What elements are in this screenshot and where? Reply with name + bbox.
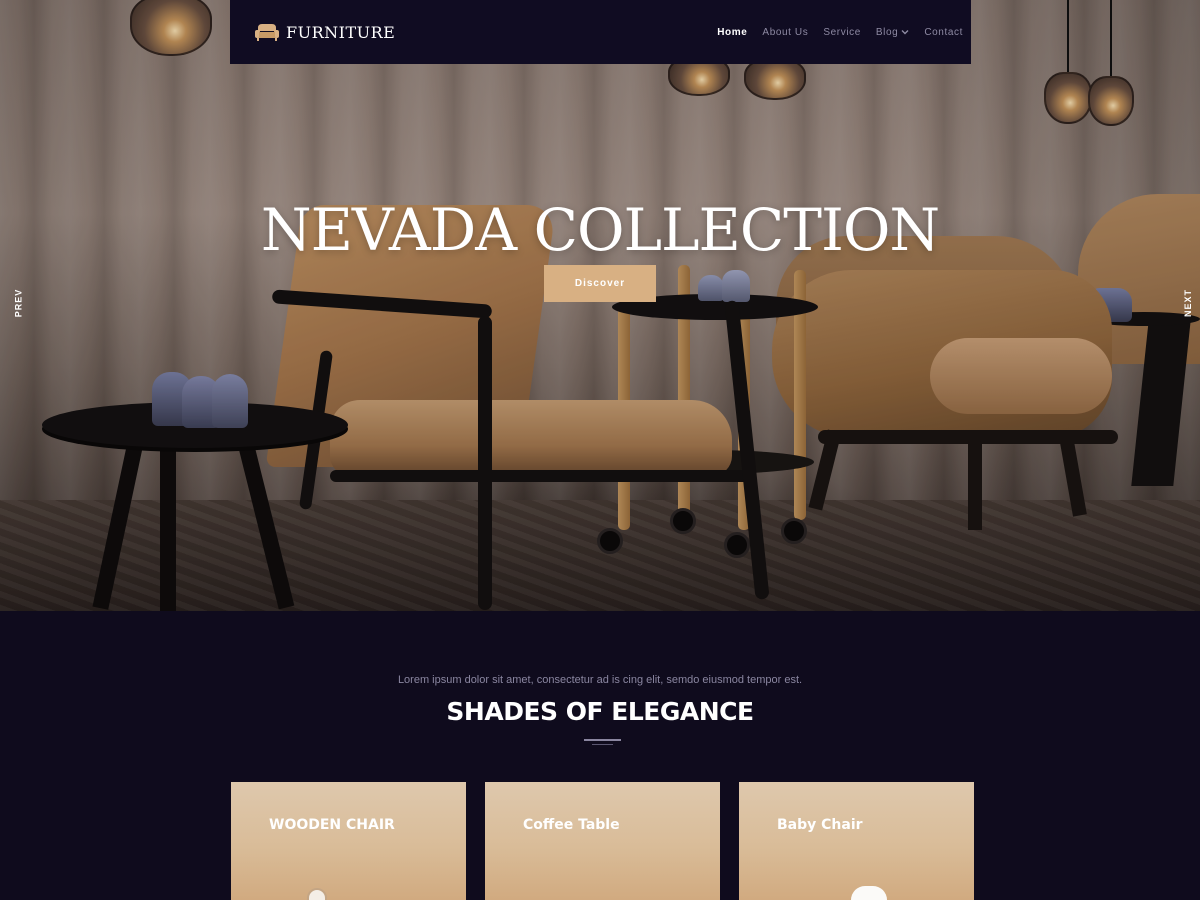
chevron-down-icon [901,30,909,35]
card-title: Baby Chair [777,817,863,833]
card-title: Coffee Table [523,817,620,833]
section-title: SHADES OF ELEGANCE [446,697,754,726]
nav-blog-label: Blog [875,26,899,38]
card-baby-chair[interactable]: Baby Chair [739,782,974,900]
nav-service[interactable]: Service [823,27,861,38]
section-subtitle: Lorem ipsum dolor sit amet, consectetur … [397,674,803,686]
nav-blog[interactable]: Blog [876,27,909,38]
title-divider [584,739,621,741]
prev-slide-button[interactable]: PREV [13,289,23,318]
discover-button[interactable]: Discover [544,265,656,302]
card-wooden-chair[interactable]: WOODEN CHAIR [231,782,466,900]
card-coffee-table[interactable]: Coffee Table [485,782,720,900]
main-menu: Home About Us Service Blog Contact [717,27,963,38]
top-navbar: FURNITURE Home About Us Service Blog Con… [230,0,971,64]
chair-image [307,888,327,900]
collection-section: Lorem ipsum dolor sit amet, consectetur … [0,611,1200,900]
nav-about-us[interactable]: About Us [762,27,808,38]
brand-name: FURNITURE [286,22,396,42]
nav-home[interactable]: Home [717,27,747,38]
hero-slider [0,0,1200,611]
nav-contact[interactable]: Contact [924,27,963,38]
product-cards: WOODEN CHAIR Coffee Table Baby Chair [231,782,975,900]
sofa-icon [255,24,279,41]
brand-logo[interactable]: FURNITURE [254,22,395,42]
baby-chair-image [851,886,887,900]
next-slide-button[interactable]: NEXT [1183,289,1193,317]
hero-title: NEVADA COLLECTION [260,196,940,264]
card-title: WOODEN CHAIR [269,817,395,833]
